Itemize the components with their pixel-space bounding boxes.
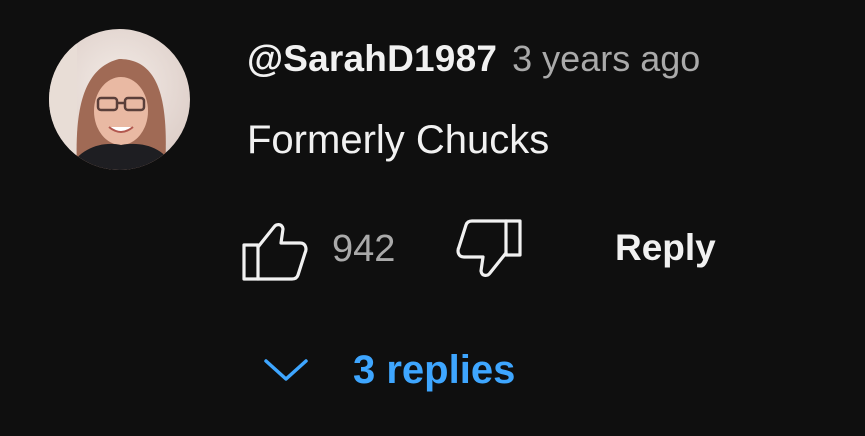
comment-text: Formerly Chucks <box>247 118 550 162</box>
thumbs-down-icon <box>456 219 522 277</box>
replies-count-label: 3 replies <box>353 347 516 392</box>
avatar-image <box>49 29 190 170</box>
comment-header: @SarahD1987 3 years ago <box>247 38 700 88</box>
like-button[interactable] <box>240 215 312 285</box>
author-name[interactable]: @SarahD1987 <box>247 38 497 80</box>
chevron-down-icon <box>264 359 308 381</box>
dislike-button[interactable] <box>452 215 524 285</box>
comment-timestamp[interactable]: 3 years ago <box>512 38 700 80</box>
comment-actions: 942 Reply <box>240 215 800 285</box>
reply-button[interactable]: Reply <box>615 227 716 269</box>
comment-thread: @SarahD1987 3 years ago Formerly Chucks … <box>0 0 865 436</box>
thumbs-up-icon <box>242 223 308 281</box>
avatar[interactable] <box>49 29 190 170</box>
view-replies-button[interactable]: 3 replies <box>262 340 515 400</box>
like-count: 942 <box>332 228 396 270</box>
